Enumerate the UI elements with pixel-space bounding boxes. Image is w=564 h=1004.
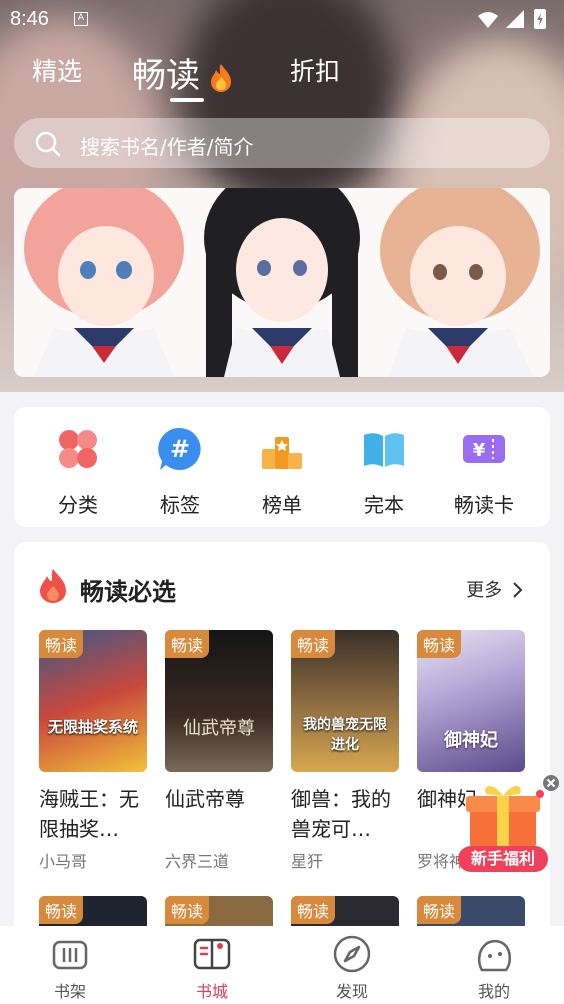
clover-icon xyxy=(59,430,97,468)
hashtag-icon: # xyxy=(158,427,201,470)
yen-ticket-icon: ¥ xyxy=(463,435,505,463)
nav-bookstore[interactable]: 书城 xyxy=(172,934,252,1002)
nav-bookshelf[interactable]: 书架 xyxy=(30,934,110,1002)
nav-label: 我的 xyxy=(477,982,510,1001)
open-book-icon xyxy=(364,433,404,467)
selection-section: 畅读必选 更多 无限抽奖系统 畅读 海贼王：无限抽奖… 小马哥 仙武帝尊 畅读 … xyxy=(14,542,550,942)
search-icon xyxy=(35,131,61,157)
chevron-right-icon xyxy=(513,582,523,598)
book-tag: 畅读 xyxy=(165,896,210,924)
book-card[interactable]: 畅读 xyxy=(39,896,147,926)
category-card: 分类 # 标签 榜单 完本 ¥ 畅读卡 xyxy=(14,407,550,527)
svg-text:#: # xyxy=(170,435,190,463)
newbie-gift-promo[interactable]: 新手福利 xyxy=(456,774,560,878)
flame-icon xyxy=(40,569,66,603)
section-title: 畅读必选 xyxy=(80,578,176,606)
promo-banner[interactable] xyxy=(14,188,550,377)
book-tag: 畅读 xyxy=(291,896,336,924)
nav-label: 发现 xyxy=(335,982,368,1001)
profile-icon xyxy=(478,939,511,972)
book-tag: 畅读 xyxy=(39,896,84,924)
book-tag: 畅读 xyxy=(417,896,462,924)
book-tag: 畅读 xyxy=(165,630,210,658)
search-input[interactable]: 搜索书名/作者/简介 xyxy=(14,118,550,168)
status-time: 8:46 xyxy=(10,8,49,30)
book-card[interactable]: 我的兽宠无限进化 畅读 御兽：我的兽宠可… 星犴 xyxy=(291,630,399,872)
cover-title: 无限抽奖系统 xyxy=(47,718,138,736)
book-author: 六界三道 xyxy=(165,852,230,871)
book-cover: 我的兽宠无限进化 畅读 xyxy=(291,630,399,772)
book-card[interactable]: 仙武帝尊 畅读 仙武帝尊 六界三道 xyxy=(165,630,273,872)
book-author: 小马哥 xyxy=(39,852,88,871)
book-author: 星犴 xyxy=(291,852,324,871)
category-label: 畅读卡 xyxy=(454,493,514,517)
book-title: 仙武帝尊 xyxy=(165,787,245,811)
book-tag: 畅读 xyxy=(39,630,84,658)
cover-title: 我的兽宠无限进化 xyxy=(303,717,387,753)
book-card[interactable]: 畅读 xyxy=(417,896,525,926)
nav-profile[interactable]: 我的 xyxy=(454,934,534,1002)
bottom-navigation: 书架 书城 发现 我的 xyxy=(0,926,564,1004)
tab-discount[interactable]: 折扣 xyxy=(290,52,340,88)
book-cover: 无限抽奖系统 畅读 xyxy=(39,630,147,772)
category-label: 分类 xyxy=(58,493,98,517)
tab-unlimited-read[interactable]: 畅读 xyxy=(132,48,233,97)
cover-title: 御神妃 xyxy=(444,730,498,751)
more-label: 更多 xyxy=(466,580,503,601)
flame-icon xyxy=(211,64,232,93)
active-tab-indicator xyxy=(170,98,204,102)
cover-title: 仙武帝尊 xyxy=(183,718,255,739)
category-read-card[interactable]: ¥ 畅读卡 xyxy=(434,425,534,518)
book-tag: 畅读 xyxy=(291,630,336,658)
system-status-icons xyxy=(478,9,546,29)
top-tabs: 精选 畅读 折扣 xyxy=(0,52,564,102)
book-tag: 畅读 xyxy=(417,630,462,658)
more-link[interactable]: 更多 xyxy=(466,576,524,602)
bookshelf-icon xyxy=(52,940,88,970)
book-card[interactable]: 畅读 xyxy=(165,896,273,926)
promo-label: 新手福利 xyxy=(458,846,548,872)
tab-unlimited-read-label: 畅读 xyxy=(132,57,200,95)
category-label: 榜单 xyxy=(262,493,302,517)
search-placeholder: 搜索书名/作者/简介 xyxy=(80,135,254,159)
category-classify[interactable]: 分类 xyxy=(28,425,128,518)
book-title: 海贼王：无限抽奖… xyxy=(39,787,139,841)
category-label: 标签 xyxy=(160,493,200,517)
svg-text:¥: ¥ xyxy=(473,440,486,461)
book-cover: 御神妃 畅读 xyxy=(417,630,525,772)
category-label: 完本 xyxy=(364,493,404,517)
nav-discover[interactable]: 发现 xyxy=(312,934,392,1002)
book-card[interactable]: 畅读 xyxy=(291,896,399,926)
book-title: 御兽：我的兽宠可… xyxy=(291,787,391,841)
bookstore-icon xyxy=(193,938,231,970)
banner-illustration xyxy=(14,188,550,377)
notification-icon: A xyxy=(74,12,88,26)
category-ranking[interactable]: 榜单 xyxy=(232,425,332,518)
nav-label: 书城 xyxy=(195,982,228,1001)
category-tags[interactable]: # 标签 xyxy=(130,425,230,518)
book-card[interactable]: 无限抽奖系统 畅读 海贼王：无限抽奖… 小马哥 xyxy=(39,630,147,872)
category-completed[interactable]: 完本 xyxy=(334,425,434,518)
tab-featured[interactable]: 精选 xyxy=(32,52,82,88)
book-cover: 仙武帝尊 畅读 xyxy=(165,630,273,772)
compass-icon xyxy=(333,935,371,973)
podium-icon xyxy=(262,437,302,469)
nav-label: 书架 xyxy=(53,982,86,1001)
close-icon[interactable] xyxy=(542,774,560,792)
status-bar: 8:46 A xyxy=(0,0,564,38)
